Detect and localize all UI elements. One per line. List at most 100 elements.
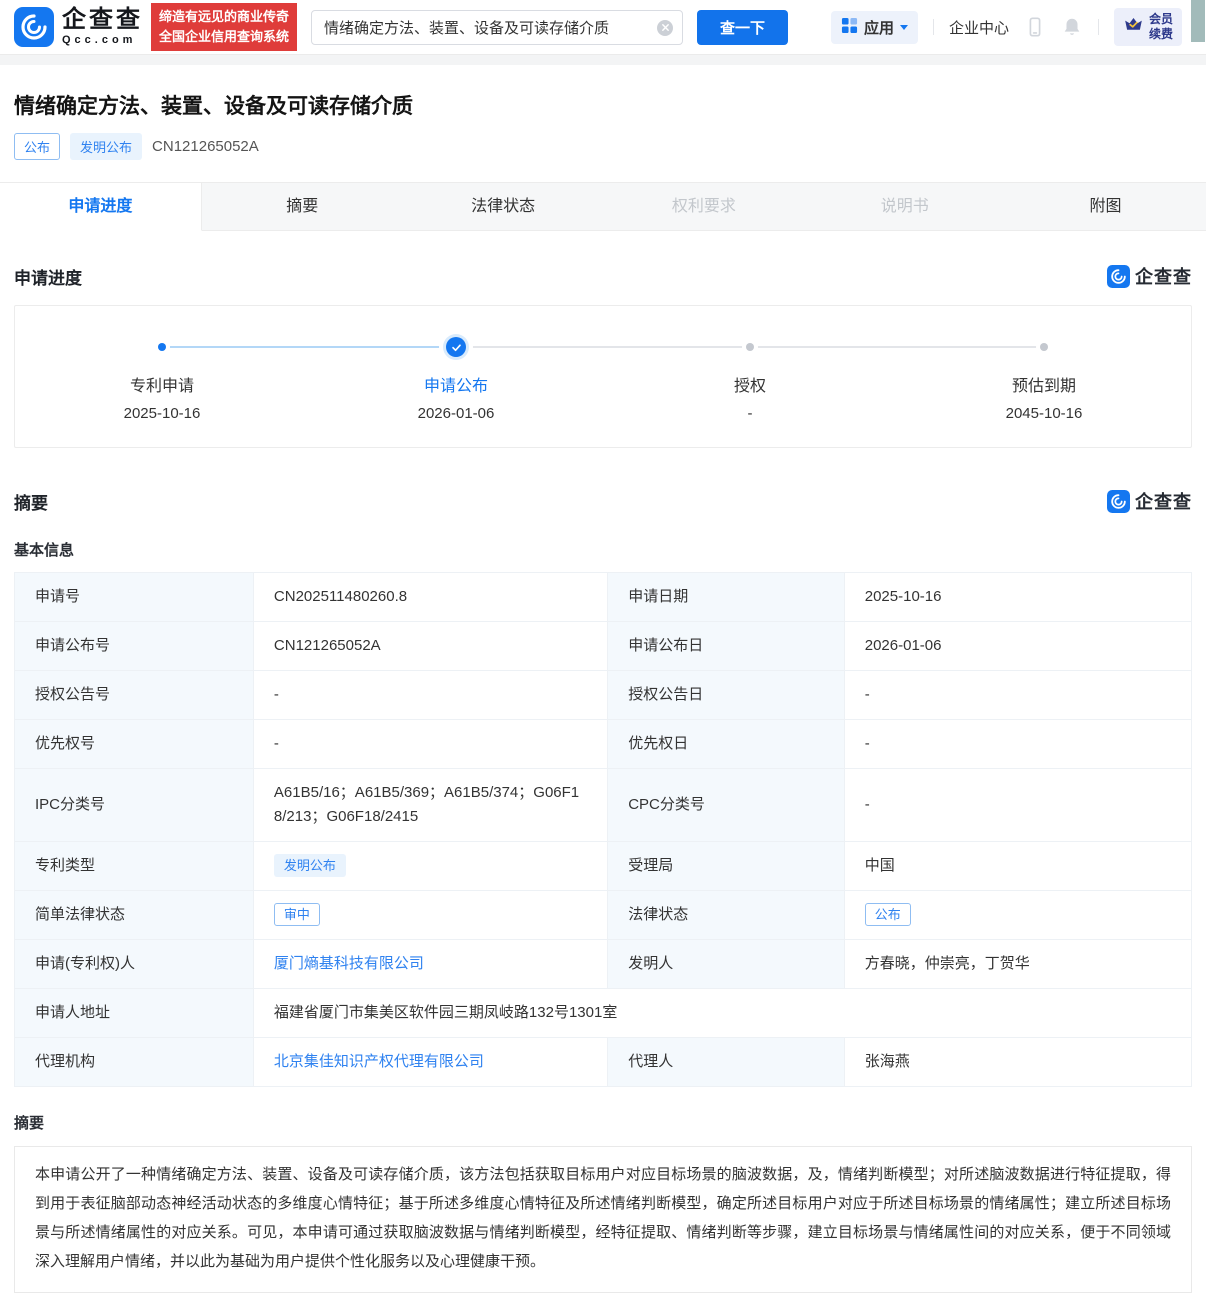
vip-renew-button[interactable]: 会员 续费 bbox=[1114, 8, 1182, 46]
tab-drawings[interactable]: 附图 bbox=[1005, 183, 1206, 231]
timeline-check-icon bbox=[446, 337, 466, 357]
field-text: 中国 bbox=[865, 857, 895, 874]
type-badge: 发明公布 bbox=[274, 854, 346, 877]
field-value: 方春晓，仲崇亮，丁贺华 bbox=[844, 940, 1191, 989]
slogan-line-1: 缔造有远见的商业传奇 bbox=[159, 7, 289, 27]
tab-description: 说明书 bbox=[804, 183, 1005, 231]
field-value: A61B5/16；A61B5/369；A61B5/374；G06F18/213；… bbox=[253, 769, 607, 842]
abstract-text: 本申请公开了一种情绪确定方法、装置、设备及可读存储介质，该方法包括获取目标用户对… bbox=[14, 1146, 1192, 1293]
field-value: - bbox=[844, 769, 1191, 842]
apps-menu-label: 应用 bbox=[864, 17, 894, 38]
field-value[interactable]: 北京集佳知识产权代理有限公司 bbox=[253, 1038, 607, 1087]
qcc-watermark: 企查查 bbox=[1107, 263, 1192, 289]
tab-claims: 权利要求 bbox=[603, 183, 804, 231]
table-row: 代理机构 北京集佳知识产权代理有限公司 代理人 张海燕 bbox=[15, 1038, 1192, 1087]
field-label: 申请号 bbox=[15, 573, 254, 622]
timeline-step-date: - bbox=[748, 405, 753, 422]
clear-search-icon[interactable] bbox=[657, 20, 673, 36]
divider bbox=[1098, 19, 1099, 35]
tab-legal-status[interactable]: 法律状态 bbox=[403, 183, 604, 231]
field-label: 授权公告号 bbox=[15, 671, 254, 720]
timeline-step-name: 预估到期 bbox=[1012, 372, 1076, 396]
table-row: IPC分类号A61B5/16；A61B5/369；A61B5/374；G06F1… bbox=[15, 769, 1192, 842]
field-label: 发明人 bbox=[608, 940, 845, 989]
page-gap bbox=[0, 54, 1206, 65]
timeline-dot-pending bbox=[1040, 343, 1048, 351]
field-value: 中国 bbox=[844, 842, 1191, 891]
field-label: 申请公布号 bbox=[15, 622, 254, 671]
field-label: 优先权日 bbox=[608, 720, 845, 769]
entity-link[interactable]: 厦门熵基科技有限公司 bbox=[274, 955, 424, 972]
qcc-watermark-text: 企查查 bbox=[1135, 488, 1192, 514]
table-row: 申请(专利权)人 厦门熵基科技有限公司 发明人方春晓，仲崇亮，丁贺华 bbox=[15, 940, 1192, 989]
field-value: 2026-01-06 bbox=[844, 622, 1191, 671]
field-value: CN121265052A bbox=[253, 622, 607, 671]
qcc-logo[interactable]: 企查查 Qcc.com bbox=[14, 7, 143, 47]
status-badge: 公布 bbox=[865, 903, 911, 926]
field-label: 代理机构 bbox=[15, 1038, 254, 1087]
field-value: 审中 bbox=[253, 891, 607, 940]
apps-menu-button[interactable]: 应用 bbox=[831, 11, 918, 44]
table-row: 申请公布号CN121265052A申请公布日 2026-01-06 bbox=[15, 622, 1192, 671]
slogan-line-2: 全国企业信用查询系统 bbox=[159, 27, 289, 47]
status-badge: 审中 bbox=[274, 903, 320, 926]
page-title: 情绪确定方法、装置、设备及可读存储介质 bbox=[14, 90, 1192, 120]
scrollbar-thumb[interactable] bbox=[1191, 0, 1205, 42]
tab-application-progress[interactable]: 申请进度 bbox=[0, 183, 202, 231]
brand-domain: Qcc.com bbox=[62, 35, 143, 46]
table-row: 专利类型发明公布受理局中国 bbox=[15, 842, 1192, 891]
qcc-watermark: 企查查 bbox=[1107, 488, 1192, 514]
brand-slogan: 缔造有远见的商业传奇 全国企业信用查询系统 bbox=[151, 3, 297, 51]
field-value: - bbox=[844, 720, 1191, 769]
field-value[interactable]: 厦门熵基科技有限公司 bbox=[253, 940, 607, 989]
qcc-watermark-text: 企查查 bbox=[1135, 263, 1192, 289]
field-label: 优先权号 bbox=[15, 720, 254, 769]
table-row: 简单法律状态审中法律状态公布 bbox=[15, 891, 1192, 940]
vip-label-line1: 会员 bbox=[1149, 12, 1173, 27]
notifications-bell-icon[interactable] bbox=[1061, 16, 1083, 38]
field-value: - bbox=[253, 720, 607, 769]
basic-info-heading: 基本信息 bbox=[14, 539, 1192, 560]
table-row: 申请人地址 福建省厦门市集美区软件园三期凤岐路132号1301室 bbox=[15, 989, 1192, 1038]
brand-name: 企查查 bbox=[62, 8, 143, 32]
field-text: CN202511480260.8 bbox=[274, 588, 407, 605]
timeline-step-name: 专利申请 bbox=[130, 372, 194, 396]
timeline-step-date: 2045-10-16 bbox=[1006, 405, 1083, 422]
mobile-app-icon[interactable] bbox=[1024, 16, 1046, 38]
field-label: 简单法律状态 bbox=[15, 891, 254, 940]
timeline-step-name: 授权 bbox=[734, 372, 766, 396]
field-label: 代理人 bbox=[608, 1038, 845, 1087]
patent-number: CN121265052A bbox=[152, 138, 259, 155]
entity-link[interactable]: 北京集佳知识产权代理有限公司 bbox=[274, 1053, 484, 1070]
search-box bbox=[311, 10, 683, 45]
field-label: 授权公告日 bbox=[608, 671, 845, 720]
patent-type-badge: 发明公布 bbox=[70, 133, 142, 160]
apps-grid-icon bbox=[841, 17, 858, 38]
field-label: 申请(专利权)人 bbox=[15, 940, 254, 989]
field-text: - bbox=[865, 796, 870, 813]
application-timeline: 专利申请 2025-10-16 申请公布 2026-01-06 授权 - 预估 bbox=[14, 305, 1192, 448]
field-text: 福建省厦门市集美区软件园三期凤岐路132号1301室 bbox=[274, 1004, 617, 1021]
field-value: CN202511480260.8 bbox=[253, 573, 607, 622]
field-value: 2025-10-16 bbox=[844, 573, 1191, 622]
field-text: 张海燕 bbox=[865, 1053, 910, 1070]
timeline-dot-pending bbox=[746, 343, 754, 351]
tab-abstract[interactable]: 摘要 bbox=[202, 183, 403, 231]
enterprise-center-link[interactable]: 企业中心 bbox=[949, 17, 1009, 38]
field-label: 专利类型 bbox=[15, 842, 254, 891]
field-value: 发明公布 bbox=[253, 842, 607, 891]
search-button[interactable]: 查一下 bbox=[697, 10, 788, 45]
field-label: 申请公布日 bbox=[608, 622, 845, 671]
field-label: 申请日期 bbox=[608, 573, 845, 622]
field-text: - bbox=[274, 735, 279, 752]
section-title-progress: 申请进度 bbox=[14, 264, 82, 289]
field-label: CPC分类号 bbox=[608, 769, 845, 842]
field-value: 公布 bbox=[844, 891, 1191, 940]
search-input[interactable] bbox=[312, 11, 682, 44]
table-row: 申请号 CN202511480260.8 申请日期2025-10-16 bbox=[15, 573, 1192, 622]
field-value: - bbox=[253, 671, 607, 720]
field-text: 2026-01-06 bbox=[865, 637, 942, 654]
field-label: 申请人地址 bbox=[15, 989, 254, 1038]
field-text: - bbox=[274, 686, 279, 703]
timeline-step-date: 2026-01-06 bbox=[418, 405, 495, 422]
